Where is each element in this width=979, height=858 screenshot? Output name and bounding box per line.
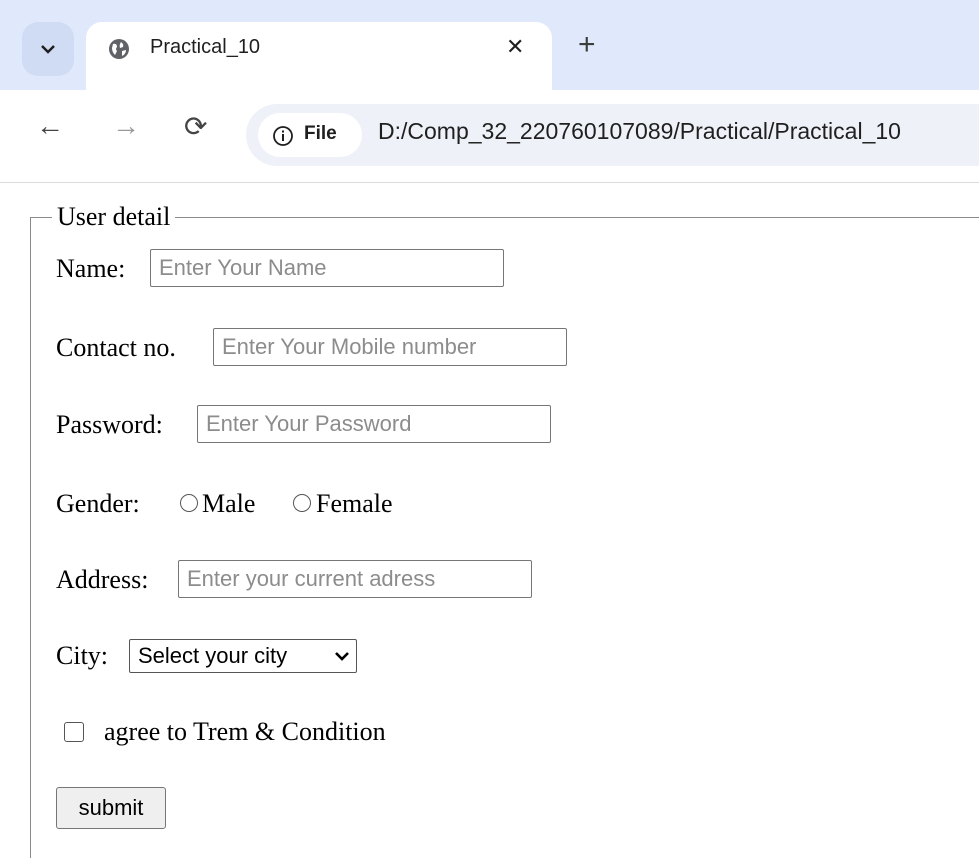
file-label: File (304, 123, 337, 144)
globe-icon (109, 39, 129, 59)
back-icon[interactable]: ← (36, 110, 64, 142)
submit-button[interactable]: submit (56, 787, 166, 829)
browser-toolbar: ← → ⟳ File D:/Comp_32_220760107089/Pract… (0, 90, 979, 183)
name-input[interactable] (150, 249, 504, 287)
password-input[interactable] (197, 405, 551, 443)
forward-icon[interactable]: → (112, 110, 140, 142)
chevron-down-icon (41, 45, 55, 54)
reload-icon[interactable]: ⟳ (184, 110, 207, 143)
contact-label: Contact no. (56, 333, 176, 362)
fieldset-legend: User detail (52, 202, 176, 232)
active-tab[interactable]: Practical_10 ✕ (86, 22, 552, 90)
chevron-down-icon (335, 652, 349, 661)
female-label: Female (316, 489, 393, 518)
close-tab-icon[interactable]: ✕ (506, 34, 524, 60)
address-input[interactable] (178, 560, 532, 598)
male-radio[interactable] (180, 494, 198, 512)
tab-strip: Practical_10 ✕ + (0, 0, 979, 90)
tab-title: Practical_10 (150, 36, 261, 58)
agree-label: agree to Trem & Condition (104, 717, 386, 746)
user-detail-fieldset (30, 217, 979, 858)
gender-label: Gender: (56, 489, 140, 518)
address-bar[interactable]: File D:/Comp_32_220760107089/Practical/P… (246, 104, 979, 166)
city-select[interactable]: Select your city (129, 639, 357, 673)
city-select-value: Select your city (138, 643, 288, 668)
info-icon (273, 126, 293, 146)
name-label: Name: (56, 254, 126, 283)
contact-input[interactable] (213, 328, 567, 366)
tab-search-button[interactable] (22, 22, 74, 76)
female-radio[interactable] (293, 494, 311, 512)
agree-checkbox[interactable] (64, 722, 84, 742)
url-text: D:/Comp_32_220760107089/Practical/Practi… (378, 118, 901, 144)
password-label: Password: (56, 410, 163, 439)
site-info-chip[interactable]: File (258, 113, 362, 157)
address-label: Address: (56, 565, 149, 594)
new-tab-icon[interactable]: + (578, 30, 596, 60)
male-label: Male (202, 489, 256, 518)
city-label: City: (56, 641, 109, 670)
